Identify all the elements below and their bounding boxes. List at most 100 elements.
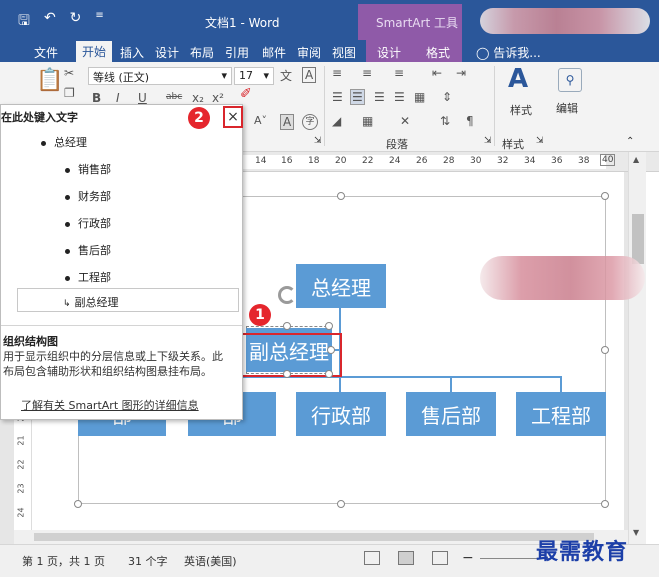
hscroll-thumb[interactable] <box>34 533 594 541</box>
align-center-icon[interactable]: ☰ <box>350 89 365 105</box>
align-left-icon[interactable]: ☰ <box>332 90 343 104</box>
shrink-font-icon[interactable]: A˅ <box>254 114 267 127</box>
numbering-icon[interactable]: ≡ <box>362 66 372 80</box>
edit-button-label[interactable]: 编辑 <box>556 100 578 116</box>
frame-handle[interactable] <box>74 500 82 508</box>
tab-references[interactable]: 引用 <box>225 44 249 61</box>
current-list-item[interactable] <box>17 288 239 312</box>
read-mode-icon[interactable] <box>364 551 380 565</box>
tab-review[interactable]: 审阅 <box>297 44 321 61</box>
char-shading-icon[interactable]: A <box>280 114 295 130</box>
bullets-icon[interactable]: ≡ <box>332 66 342 80</box>
frame-handle[interactable] <box>337 192 345 200</box>
connector <box>450 376 452 392</box>
tab-smartart-design[interactable]: 设计 <box>377 44 401 61</box>
node-handle[interactable] <box>325 322 333 330</box>
list-item[interactable]: 财务部 <box>65 188 111 204</box>
cut-icon[interactable]: ✂ <box>64 66 74 80</box>
frame-handle[interactable] <box>337 500 345 508</box>
copy-icon[interactable]: ❐ <box>64 86 75 100</box>
node-handle[interactable] <box>325 370 333 378</box>
undo-icon[interactable]: ↶ <box>44 10 56 34</box>
scroll-up-icon[interactable]: ▲ <box>633 155 639 164</box>
paragraph-dialog-launcher-icon[interactable]: ⇲ <box>484 136 492 146</box>
frame-handle[interactable] <box>601 500 609 508</box>
search-icon[interactable]: ⚲ <box>558 68 582 92</box>
node-handle[interactable] <box>327 346 335 354</box>
asian-layout-icon[interactable]: ✕ <box>400 114 410 128</box>
node-general-manager[interactable]: 总经理 <box>296 264 386 308</box>
sort-icon[interactable]: ⇅ <box>440 114 450 128</box>
frame-handle[interactable] <box>601 192 609 200</box>
tab-design[interactable]: 设计 <box>155 44 179 61</box>
align-right-icon[interactable]: ☰ <box>374 90 385 104</box>
list-item[interactable]: 售后部 <box>65 242 111 258</box>
distribute-icon[interactable]: ▦ <box>414 90 425 104</box>
save-icon[interactable]: 🖫 <box>18 10 30 34</box>
layout-description: 用于显示组织中的分层信息或上下级关系。此布局包含辅助形状和组织结构图悬挂布局。 <box>3 350 223 378</box>
customize-qat-icon[interactable]: ≡ <box>95 10 103 34</box>
enclose-char-icon[interactable]: 字 <box>302 114 318 130</box>
list-item[interactable]: 工程部 <box>65 269 111 285</box>
tell-me-box[interactable]: ◯ 告诉我... <box>476 44 541 61</box>
shading-icon[interactable]: ◢ <box>332 114 341 128</box>
justify-icon[interactable]: ☰ <box>394 90 405 104</box>
node-handle[interactable] <box>283 322 291 330</box>
strikethrough-icon[interactable]: abc <box>166 92 182 102</box>
rotate-handle-icon[interactable] <box>278 286 296 304</box>
page-count[interactable]: 第 1 页，共 1 页 <box>22 553 105 569</box>
styles-button-label[interactable]: 样式 <box>510 102 532 118</box>
language-indicator[interactable]: 英语(美国) <box>184 553 237 569</box>
increase-indent-icon[interactable]: ⇥ <box>456 66 466 80</box>
italic-icon[interactable]: I <box>116 91 120 105</box>
list-item[interactable]: 总经理 <box>41 134 87 150</box>
tab-insert[interactable]: 插入 <box>120 44 144 61</box>
print-layout-icon[interactable] <box>398 551 414 565</box>
line-spacing-icon[interactable]: ⇕ <box>442 90 452 104</box>
learn-more-link[interactable]: 了解有关 SmartArt 图形的详细信息 <box>21 397 199 413</box>
redo-icon[interactable]: ↻ <box>70 10 82 34</box>
subscript-icon[interactable]: x₂ <box>192 91 204 105</box>
clear-format-icon[interactable]: ✐ <box>240 86 252 102</box>
document-title: 文档1 - Word <box>205 16 280 30</box>
collapse-ribbon-icon[interactable]: ⌃ <box>626 136 634 147</box>
show-marks-icon[interactable]: ¶ <box>466 114 474 128</box>
borders-icon[interactable]: ▦ <box>362 114 373 128</box>
close-icon[interactable]: × <box>223 106 243 128</box>
bold-icon[interactable]: B <box>92 91 101 105</box>
underline-icon[interactable]: U <box>138 91 147 105</box>
list-item[interactable]: 销售部 <box>65 161 111 177</box>
ruler-tick: 38 <box>578 156 590 166</box>
font-dialog-launcher-icon[interactable]: ⇲ <box>314 136 322 146</box>
list-item[interactable]: 行政部 <box>65 215 111 231</box>
node-child[interactable]: 售后部 <box>406 392 496 436</box>
frame-handle[interactable] <box>601 346 609 354</box>
tab-file[interactable]: 文件 <box>34 44 58 61</box>
superscript-icon[interactable]: x² <box>212 91 224 105</box>
node-handle[interactable] <box>283 370 291 378</box>
font-size-select[interactable]: 17 ▾ <box>234 67 274 85</box>
char-border-icon[interactable]: A <box>302 67 317 83</box>
list-item-current[interactable]: ↳ 副总经理 <box>63 294 119 310</box>
smartart-text-pane[interactable]: 在此处键入文字 × 总经理 销售部 财务部 行政部 售后部 工程部 ↳ 副总经理 … <box>0 104 243 420</box>
styles-dialog-launcher-icon[interactable]: ⇲ <box>536 136 544 146</box>
web-layout-icon[interactable] <box>432 551 448 565</box>
decrease-indent-icon[interactable]: ⇤ <box>432 66 442 80</box>
styles-icon[interactable]: A <box>508 64 528 94</box>
scroll-down-icon[interactable]: ▼ <box>633 528 639 537</box>
node-child[interactable]: 工程部 <box>516 392 606 436</box>
zoom-out-icon[interactable]: − <box>462 550 474 566</box>
tab-layout[interactable]: 布局 <box>190 44 214 61</box>
font-name-select[interactable]: 等线 (正文) ▾ <box>88 67 232 85</box>
multilevel-list-icon[interactable]: ≡ <box>394 66 404 80</box>
word-count[interactable]: 31 个字 <box>128 553 168 569</box>
paste-icon[interactable]: 📋 <box>36 68 63 93</box>
tab-home[interactable]: 开始 <box>76 41 113 62</box>
tab-smartart-format[interactable]: 格式 <box>426 44 450 61</box>
tab-view[interactable]: 视图 <box>332 44 356 61</box>
vertical-scrollbar[interactable]: ▲ ▼ <box>628 152 646 544</box>
node-child[interactable]: 行政部 <box>296 392 386 436</box>
scroll-thumb[interactable] <box>632 214 644 264</box>
tab-mailings[interactable]: 邮件 <box>262 44 286 61</box>
phonetic-guide-icon[interactable]: 文 <box>280 67 292 84</box>
